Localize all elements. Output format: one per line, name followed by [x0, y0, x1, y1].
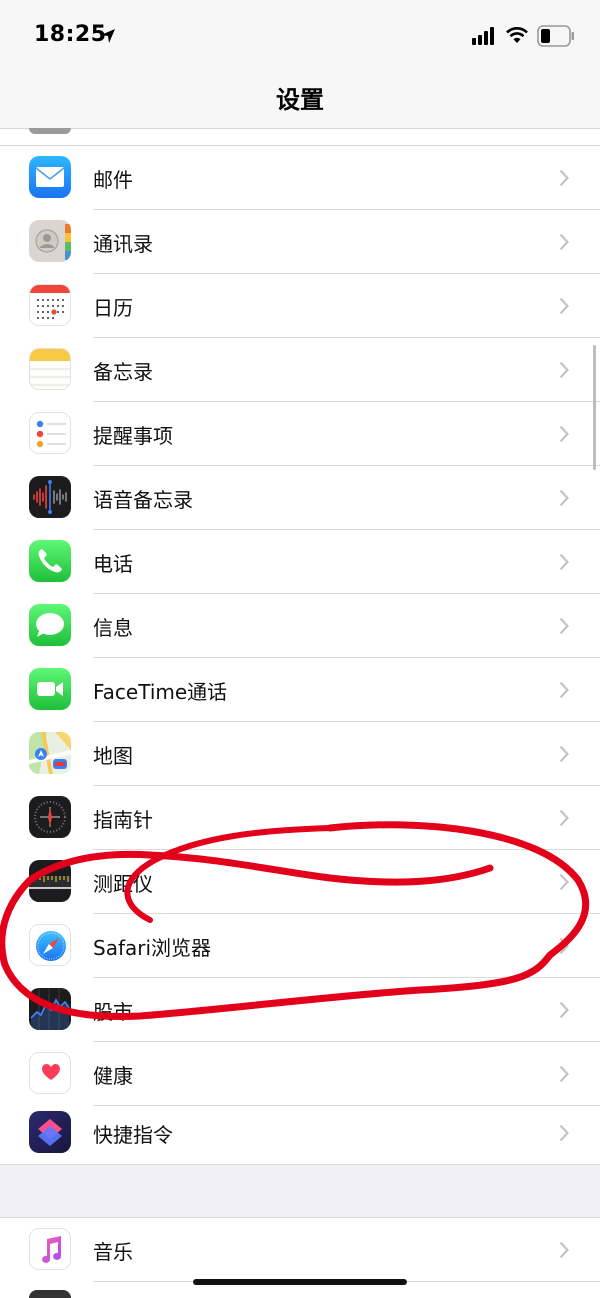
chevron-right-icon: [559, 1001, 569, 1019]
contacts-icon: [29, 220, 71, 262]
settings-row-label: Safari浏览器: [93, 936, 212, 960]
voice-memos-icon: [29, 476, 71, 518]
safari-icon: [29, 924, 71, 966]
settings-row-voice-memos[interactable]: 语音备忘录: [0, 466, 600, 530]
settings-row-label: FaceTime通话: [93, 680, 228, 704]
shortcuts-icon: [29, 1111, 71, 1153]
partial-settings-icon: [29, 1290, 71, 1298]
settings-row-safari[interactable]: Safari浏览器: [0, 914, 600, 978]
chevron-right-icon: [559, 1065, 569, 1083]
messages-icon: [29, 604, 71, 646]
settings-row-label: 信息: [93, 616, 133, 640]
cellular-signal-icon: [472, 27, 494, 45]
home-indicator[interactable]: [193, 1279, 407, 1285]
settings-row-mail[interactable]: 邮件: [0, 146, 600, 210]
settings-row-facetime[interactable]: FaceTime通话: [0, 658, 600, 722]
settings-row-label: 日历: [93, 296, 133, 320]
chevron-right-icon: [559, 873, 569, 891]
chevron-right-icon: [559, 489, 569, 507]
reminders-icon: [29, 412, 71, 454]
settings-row-reminders[interactable]: 提醒事项: [0, 402, 600, 466]
phone-icon: [29, 540, 71, 582]
settings-row-measure[interactable]: 测距仪: [0, 850, 600, 914]
notes-icon: [29, 348, 71, 390]
settings-row-label: 邮件: [93, 168, 133, 192]
chevron-right-icon: [559, 233, 569, 251]
settings-row-label: 语音备忘录: [93, 488, 193, 512]
section-gap: [0, 1165, 600, 1218]
settings-row-label: 测距仪: [93, 872, 153, 896]
battery-icon: [537, 25, 574, 47]
settings-row-label: 地图: [93, 744, 133, 768]
facetime-icon: [29, 668, 71, 710]
chevron-right-icon: [559, 1241, 569, 1259]
wifi-icon: [506, 27, 528, 43]
page-title: 设置: [276, 86, 324, 114]
partial-settings-icon: [29, 128, 71, 134]
settings-row-compass[interactable]: 指南针: [0, 786, 600, 850]
settings-row-label: 股市: [93, 1000, 133, 1024]
mail-icon: [29, 156, 71, 198]
stocks-icon: [29, 988, 71, 1030]
scrollbar[interactable]: [593, 345, 596, 470]
chevron-right-icon: [559, 553, 569, 571]
settings-row-music[interactable]: 音乐: [0, 1218, 600, 1282]
settings-row-label: 通讯录: [93, 232, 153, 256]
chevron-right-icon: [559, 297, 569, 315]
compass-icon: [29, 796, 71, 838]
settings-row-shortcuts[interactable]: 快捷指令: [0, 1101, 600, 1165]
calendar-icon: [29, 284, 71, 326]
navigation-bar: 设置: [0, 70, 600, 129]
settings-row-stocks[interactable]: 股市: [0, 978, 600, 1042]
status-bar: 18:25: [0, 0, 600, 70]
settings-row-contacts[interactable]: 通讯录: [0, 210, 600, 274]
location-arrow-icon: [101, 29, 115, 43]
chevron-right-icon: [559, 1124, 569, 1142]
measure-icon: [29, 860, 71, 902]
settings-row-label: 电话: [93, 552, 133, 576]
settings-row-phone[interactable]: 电话: [0, 530, 600, 594]
chevron-right-icon: [559, 361, 569, 379]
settings-row-messages[interactable]: 信息: [0, 594, 600, 658]
maps-icon: [29, 732, 71, 774]
health-icon: [29, 1052, 71, 1094]
settings-row-health[interactable]: 健康: [0, 1042, 600, 1106]
chevron-right-icon: [559, 169, 569, 187]
music-icon: [29, 1228, 71, 1270]
chevron-right-icon: [559, 745, 569, 763]
chevron-right-icon: [559, 425, 569, 443]
settings-row-label: 健康: [93, 1064, 133, 1088]
settings-row-calendar[interactable]: 日历: [0, 274, 600, 338]
settings-row-label: 快捷指令: [93, 1123, 173, 1147]
settings-row-label: 音乐: [93, 1240, 133, 1264]
chevron-right-icon: [559, 617, 569, 635]
settings-row-label: 指南针: [93, 808, 153, 832]
chevron-right-icon: [559, 809, 569, 827]
chevron-right-icon: [559, 937, 569, 955]
settings-row-notes[interactable]: 备忘录: [0, 338, 600, 402]
status-time: 18:25: [34, 22, 107, 47]
settings-row-maps[interactable]: 地图: [0, 722, 600, 786]
settings-row-label: 提醒事项: [93, 424, 173, 448]
chevron-right-icon: [559, 681, 569, 699]
settings-row-label: 备忘录: [93, 360, 153, 384]
